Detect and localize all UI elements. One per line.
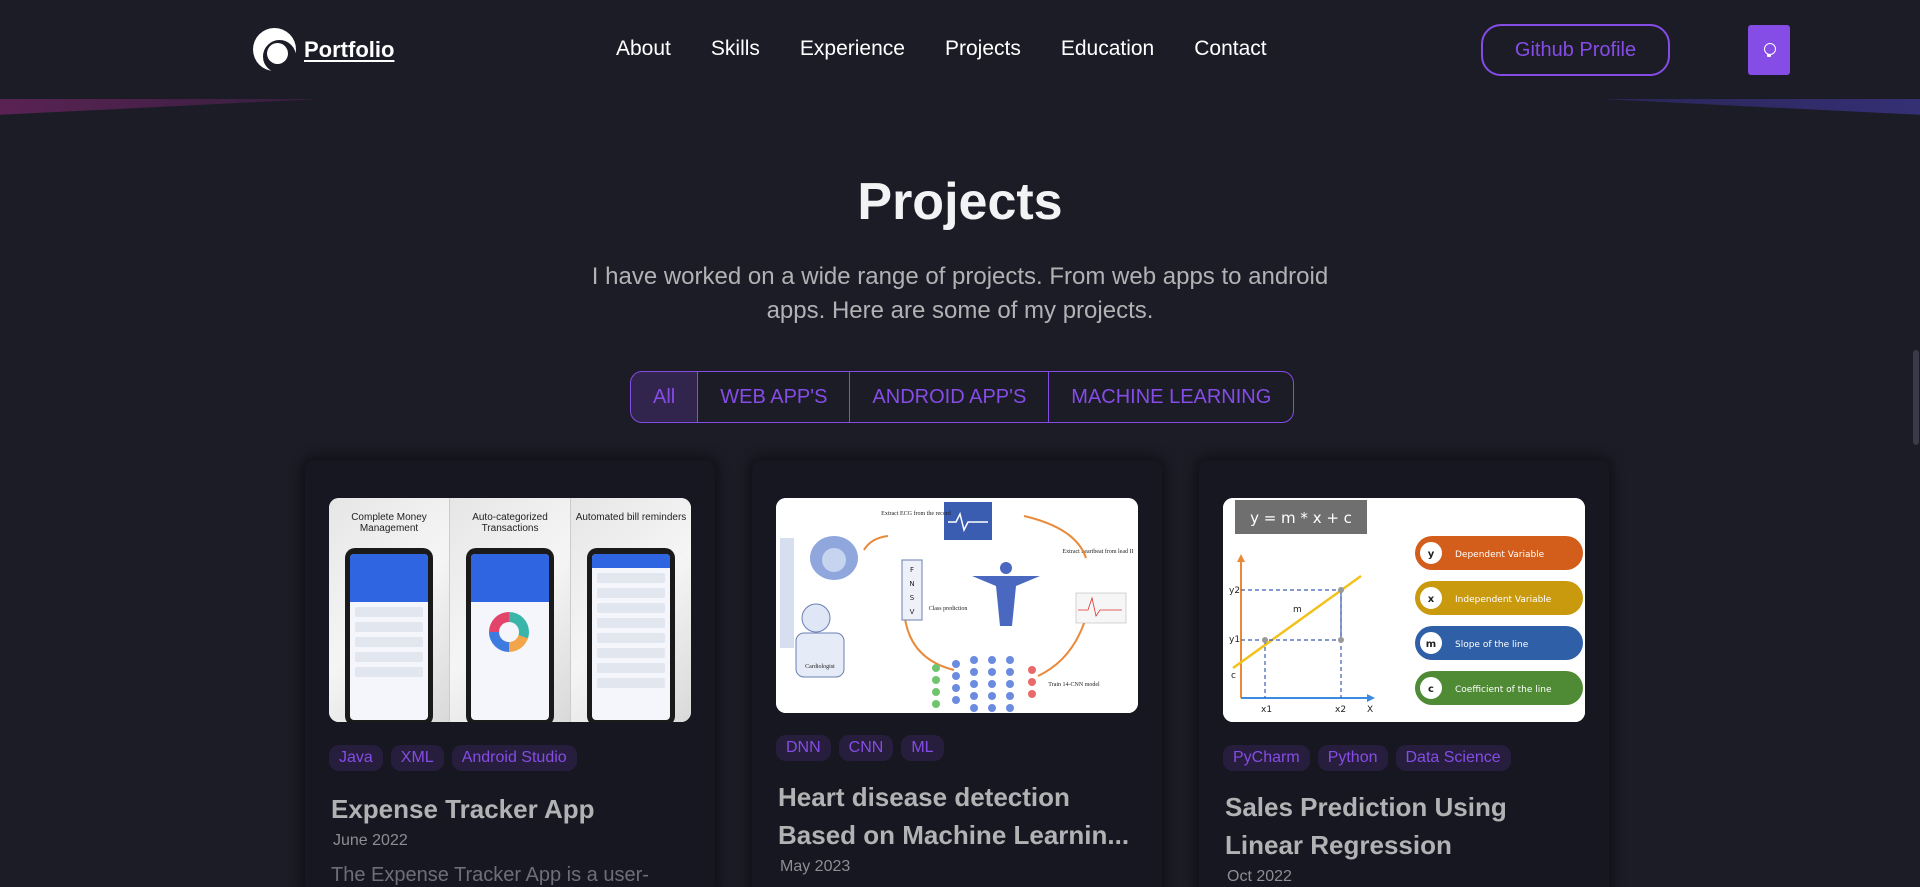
project-filter-group: All WEB APP'S ANDROID APP'S MACHINE LEAR…: [630, 371, 1295, 423]
tag: Data Science: [1395, 745, 1511, 771]
navbar: Portfolio About Skills Experience Projec…: [0, 0, 1920, 99]
image-caption: Complete Money Management: [351, 512, 427, 534]
project-image: y = m * x + c y2 y1 c x1 x2 X m y Depend…: [1223, 498, 1585, 722]
tag-list: PyCharm Python Data Science: [1223, 745, 1511, 771]
project-date: June 2022: [333, 832, 408, 849]
image-caption: Auto-categorized Transactions: [472, 512, 548, 534]
legend-item: x Independent Variable: [1415, 581, 1583, 615]
filter-android-apps[interactable]: ANDROID APP'S: [850, 372, 1050, 422]
nav-experience[interactable]: Experience: [800, 37, 905, 61]
legend-label: Slope of the line: [1455, 640, 1529, 650]
axis-label: y2: [1229, 586, 1240, 596]
axis-label: m: [1293, 605, 1302, 615]
project-date: May 2023: [780, 858, 851, 875]
diagram-label: Cardiologist: [805, 664, 835, 670]
tag: XML: [390, 745, 444, 771]
phone-frame: [587, 548, 675, 722]
nav-skills[interactable]: Skills: [711, 37, 760, 61]
project-date: Oct 2022: [1227, 868, 1292, 885]
project-description: The Expense Tracker App is a user-: [331, 864, 649, 886]
project-title: Sales Prediction Using Linear Regression: [1225, 792, 1507, 860]
phone-frame: [466, 548, 554, 722]
diagram-label: V: [910, 608, 915, 616]
project-card-expense-tracker[interactable]: Complete Money Management Auto-categoriz…: [305, 460, 715, 887]
nav-about[interactable]: About: [616, 37, 671, 61]
nav-links: About Skills Experience Projects Educati…: [616, 37, 1307, 61]
diagram-label: Class prediction: [929, 606, 968, 612]
axis-label: c: [1231, 671, 1236, 681]
project-card-sales-prediction[interactable]: y = m * x + c y2 y1 c x1 x2 X m y Depend…: [1199, 460, 1609, 887]
project-title: Heart disease detection Based on Machine…: [778, 782, 1130, 850]
phone-screenshot: Complete Money Management: [329, 498, 450, 722]
phone-screenshot: Auto-categorized Transactions: [450, 498, 571, 722]
ecg-pipeline-diagram: Extract ECG from the record Extract hear…: [776, 498, 1138, 713]
axis-label: X: [1367, 705, 1373, 715]
legend-label: Coefficient of the line: [1455, 685, 1552, 695]
tag: PyCharm: [1223, 745, 1310, 771]
section-description: I have worked on a wide range of project…: [591, 263, 1329, 324]
theme-toggle-button[interactable]: [1748, 25, 1790, 75]
tag: ML: [901, 735, 944, 761]
github-profile-button[interactable]: Github Profile: [1481, 24, 1670, 76]
axis-label: x2: [1335, 705, 1346, 715]
page-scrollbar[interactable]: [1912, 0, 1920, 887]
legend-key: y: [1428, 549, 1435, 560]
legend-item: y Dependent Variable: [1415, 536, 1583, 570]
section-title: Projects: [857, 173, 1063, 231]
legend-label: Independent Variable: [1455, 595, 1552, 605]
image-caption: Automated bill reminders: [575, 512, 687, 523]
tag-list: DNN CNN ML: [776, 735, 944, 761]
equation-label: y = m * x + c: [1250, 509, 1352, 527]
phone-frame: [345, 548, 433, 722]
project-title: Expense Tracker App: [331, 794, 595, 824]
legend-item: m Slope of the line: [1415, 626, 1583, 660]
legend-item: c Coefficient of the line: [1415, 671, 1583, 705]
diagram-label: Extract ECG from the record: [881, 510, 951, 517]
tag: Java: [329, 745, 383, 771]
legend-label: Dependent Variable: [1455, 550, 1545, 560]
linear-regression-diagram: y = m * x + c y2 y1 c x1 x2 X m y Depend…: [1223, 498, 1585, 722]
phone-screenshot: Automated bill reminders: [571, 498, 691, 722]
tag: Python: [1317, 745, 1388, 771]
tag: CNN: [838, 735, 894, 761]
project-image: Complete Money Management Auto-categoriz…: [329, 498, 691, 722]
logo-icon: [253, 28, 296, 73]
diagram-label: Extract heartbeat from lead II: [1063, 548, 1134, 555]
axis-label: y1: [1229, 635, 1240, 645]
tag-list: Java XML Android Studio: [329, 745, 577, 771]
project-image: Extract ECG from the record Extract hear…: [776, 498, 1138, 713]
diagram-label: Train 14-CNN model: [1048, 682, 1100, 688]
filter-machine-learning[interactable]: MACHINE LEARNING: [1049, 372, 1293, 422]
legend-key: x: [1428, 594, 1435, 605]
diagram-label: S: [910, 594, 915, 602]
legend-key: m: [1426, 639, 1436, 650]
lightbulb-icon: [1764, 42, 1776, 58]
nav-contact[interactable]: Contact: [1194, 37, 1266, 61]
donut-chart-icon: [489, 612, 529, 652]
nav-education[interactable]: Education: [1061, 37, 1154, 61]
tag: Android Studio: [451, 745, 577, 771]
filter-all[interactable]: All: [631, 372, 699, 422]
tag: DNN: [776, 735, 831, 761]
diagram-label: F: [910, 566, 914, 574]
project-card-heart-disease[interactable]: Extract ECG from the record Extract hear…: [752, 460, 1162, 887]
nav-projects[interactable]: Projects: [945, 37, 1021, 61]
diagram-label: N: [909, 580, 914, 588]
legend-key: c: [1428, 684, 1434, 695]
logo-link[interactable]: Portfolio: [253, 28, 395, 73]
logo-text: Portfolio: [304, 36, 395, 62]
filter-web-apps[interactable]: WEB APP'S: [698, 372, 851, 422]
axis-label: x1: [1261, 705, 1272, 715]
scrollbar-thumb[interactable]: [1913, 350, 1919, 445]
